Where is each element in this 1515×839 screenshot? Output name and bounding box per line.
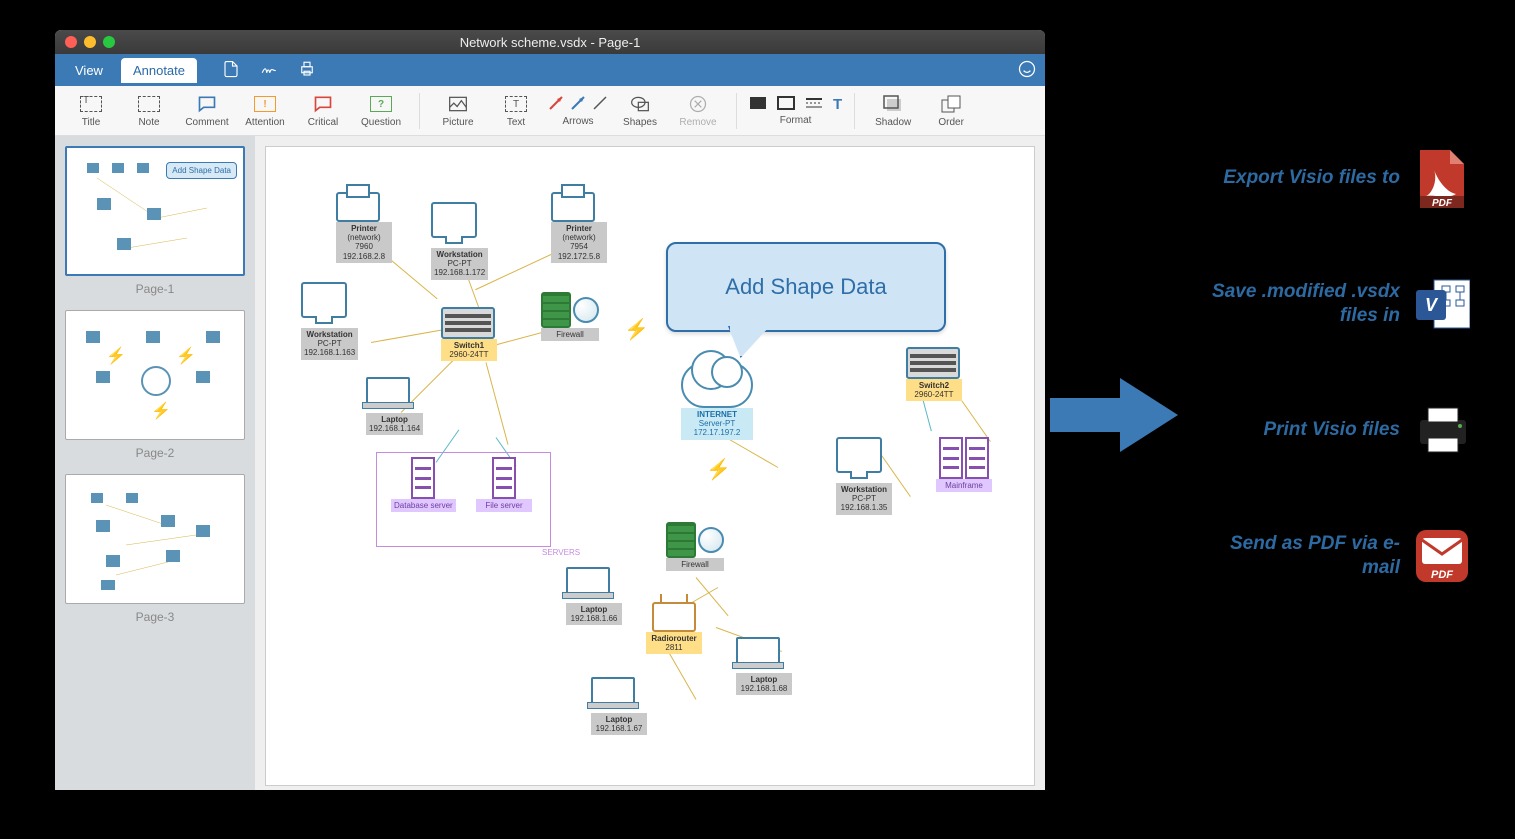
thumb-page-3[interactable] bbox=[65, 474, 245, 604]
tool-order[interactable]: Order bbox=[925, 89, 977, 133]
node-laptop-3[interactable]: Laptop192.168.1.67 bbox=[591, 677, 647, 735]
feedback-icon[interactable] bbox=[1017, 59, 1037, 82]
signature-icon[interactable] bbox=[259, 60, 279, 81]
thumb-label-1: Page-1 bbox=[65, 282, 245, 296]
svg-text:⚡: ⚡ bbox=[151, 401, 171, 420]
node-mainframe[interactable]: Mainframe bbox=[936, 437, 992, 492]
node-workstation-1[interactable]: WorkstationPC-PT192.168.1.172 bbox=[431, 202, 488, 280]
tab-view[interactable]: View bbox=[63, 58, 115, 83]
action-send-email: Send as PDF via e-mail PDF bbox=[1190, 528, 1470, 584]
svg-text:PDF: PDF bbox=[1431, 569, 1453, 581]
print-icon[interactable] bbox=[297, 60, 317, 81]
node-workstation-2[interactable]: WorkstationPC-PT192.168.1.163 bbox=[301, 282, 358, 360]
node-switch-2[interactable]: Switch22960-24TT bbox=[906, 347, 962, 401]
visio-file-icon: V bbox=[1414, 276, 1470, 332]
tool-text[interactable]: TText bbox=[490, 89, 542, 133]
tool-remove[interactable]: Remove bbox=[672, 89, 724, 133]
thumb-label-2: Page-2 bbox=[65, 446, 245, 460]
titlebar: Network scheme.vsdx - Page-1 bbox=[55, 30, 1045, 54]
node-laptop-2[interactable]: Laptop192.168.1.66 bbox=[566, 567, 622, 625]
callout-add-shape-data[interactable]: Add Shape Data bbox=[666, 242, 946, 332]
pdf-icon[interactable] bbox=[221, 60, 241, 81]
window-title: Network scheme.vsdx - Page-1 bbox=[55, 35, 1045, 50]
tool-attention[interactable]: !Attention bbox=[239, 89, 291, 133]
action-export-pdf: Export Visio files to PDF bbox=[1190, 150, 1470, 206]
arrow-3-icon[interactable] bbox=[592, 95, 608, 114]
thumbnail-panel: Add Shape Data Page-1 ⚡ ⚡ ⚡ Page-2 Page-3 bbox=[55, 136, 255, 790]
action-save-vsdx: Save .modified .vsdx files in V bbox=[1190, 276, 1470, 332]
pdf-file-icon: PDF bbox=[1414, 150, 1470, 206]
node-file-server[interactable]: File server bbox=[476, 457, 532, 512]
arrow-1-icon[interactable] bbox=[548, 95, 564, 114]
node-database-server[interactable]: Database server bbox=[391, 457, 456, 512]
lightning-icon: ⚡ bbox=[706, 457, 731, 482]
node-laptop-1[interactable]: Laptop192.168.1.164 bbox=[366, 377, 423, 435]
tool-format-label: Format bbox=[780, 115, 812, 126]
action-print: Print Visio files bbox=[1190, 402, 1470, 458]
thumb-page-1[interactable]: Add Shape Data bbox=[65, 146, 245, 276]
node-radiorouter[interactable]: Radiorouter2811 bbox=[646, 602, 702, 654]
tool-critical[interactable]: Critical bbox=[297, 89, 349, 133]
tab-annotate[interactable]: Annotate bbox=[121, 58, 197, 83]
email-pdf-icon: PDF bbox=[1414, 528, 1470, 584]
thumb-label-3: Page-3 bbox=[65, 610, 245, 624]
tool-shapes[interactable]: Shapes bbox=[614, 89, 666, 133]
tool-arrows-label: Arrows bbox=[562, 116, 593, 127]
tool-shadow[interactable]: Shadow bbox=[867, 89, 919, 133]
tool-note[interactable]: Note bbox=[123, 89, 175, 133]
tool-picture[interactable]: Picture bbox=[432, 89, 484, 133]
fill-icon[interactable] bbox=[749, 96, 767, 113]
tool-title[interactable]: TTitle bbox=[65, 89, 117, 133]
canvas-area: Printer(network)7960192.168.2.8 Printer(… bbox=[255, 136, 1045, 790]
node-switch-1[interactable]: Switch12960-24TT bbox=[441, 307, 497, 361]
node-firewall-2[interactable]: Firewall bbox=[666, 522, 724, 571]
tool-question[interactable]: ?Question bbox=[355, 89, 407, 133]
linestyle-icon[interactable] bbox=[805, 96, 823, 113]
svg-text:⚡: ⚡ bbox=[106, 346, 126, 365]
node-workstation-3[interactable]: WorkstationPC-PT192.168.1.35 bbox=[836, 437, 892, 515]
svg-text:PDF: PDF bbox=[1432, 198, 1453, 208]
node-printer-2[interactable]: Printer(network)7954192.172.5.8 bbox=[551, 192, 607, 263]
node-firewall-1[interactable]: Firewall bbox=[541, 292, 599, 341]
svg-text:⚡: ⚡ bbox=[176, 346, 196, 365]
textcolor-icon[interactable]: T bbox=[833, 96, 842, 113]
actions-panel: Export Visio files to PDF Save .modified… bbox=[1190, 150, 1470, 654]
canvas[interactable]: Printer(network)7960192.168.2.8 Printer(… bbox=[265, 146, 1035, 786]
tool-comment[interactable]: Comment bbox=[181, 89, 233, 133]
arrow-2-icon[interactable] bbox=[570, 95, 586, 114]
toolbar: TTitle Note Comment !Attention Critical … bbox=[55, 86, 1045, 136]
node-laptop-4[interactable]: Laptop192.168.1.68 bbox=[736, 637, 792, 695]
node-printer-1[interactable]: Printer(network)7960192.168.2.8 bbox=[336, 192, 392, 263]
svg-text:V: V bbox=[1425, 295, 1439, 315]
app-window: Network scheme.vsdx - Page-1 View Annota… bbox=[55, 30, 1045, 790]
big-arrow-icon bbox=[1050, 370, 1180, 460]
printer-icon bbox=[1414, 402, 1470, 458]
lightning-icon: ⚡ bbox=[624, 317, 649, 342]
thumb-page-2[interactable]: ⚡ ⚡ ⚡ bbox=[65, 310, 245, 440]
stroke-icon[interactable] bbox=[777, 96, 795, 113]
tabbar: View Annotate bbox=[55, 54, 1045, 86]
node-internet[interactable]: INTERNETServer-PT172.17.197.2 bbox=[681, 362, 753, 440]
